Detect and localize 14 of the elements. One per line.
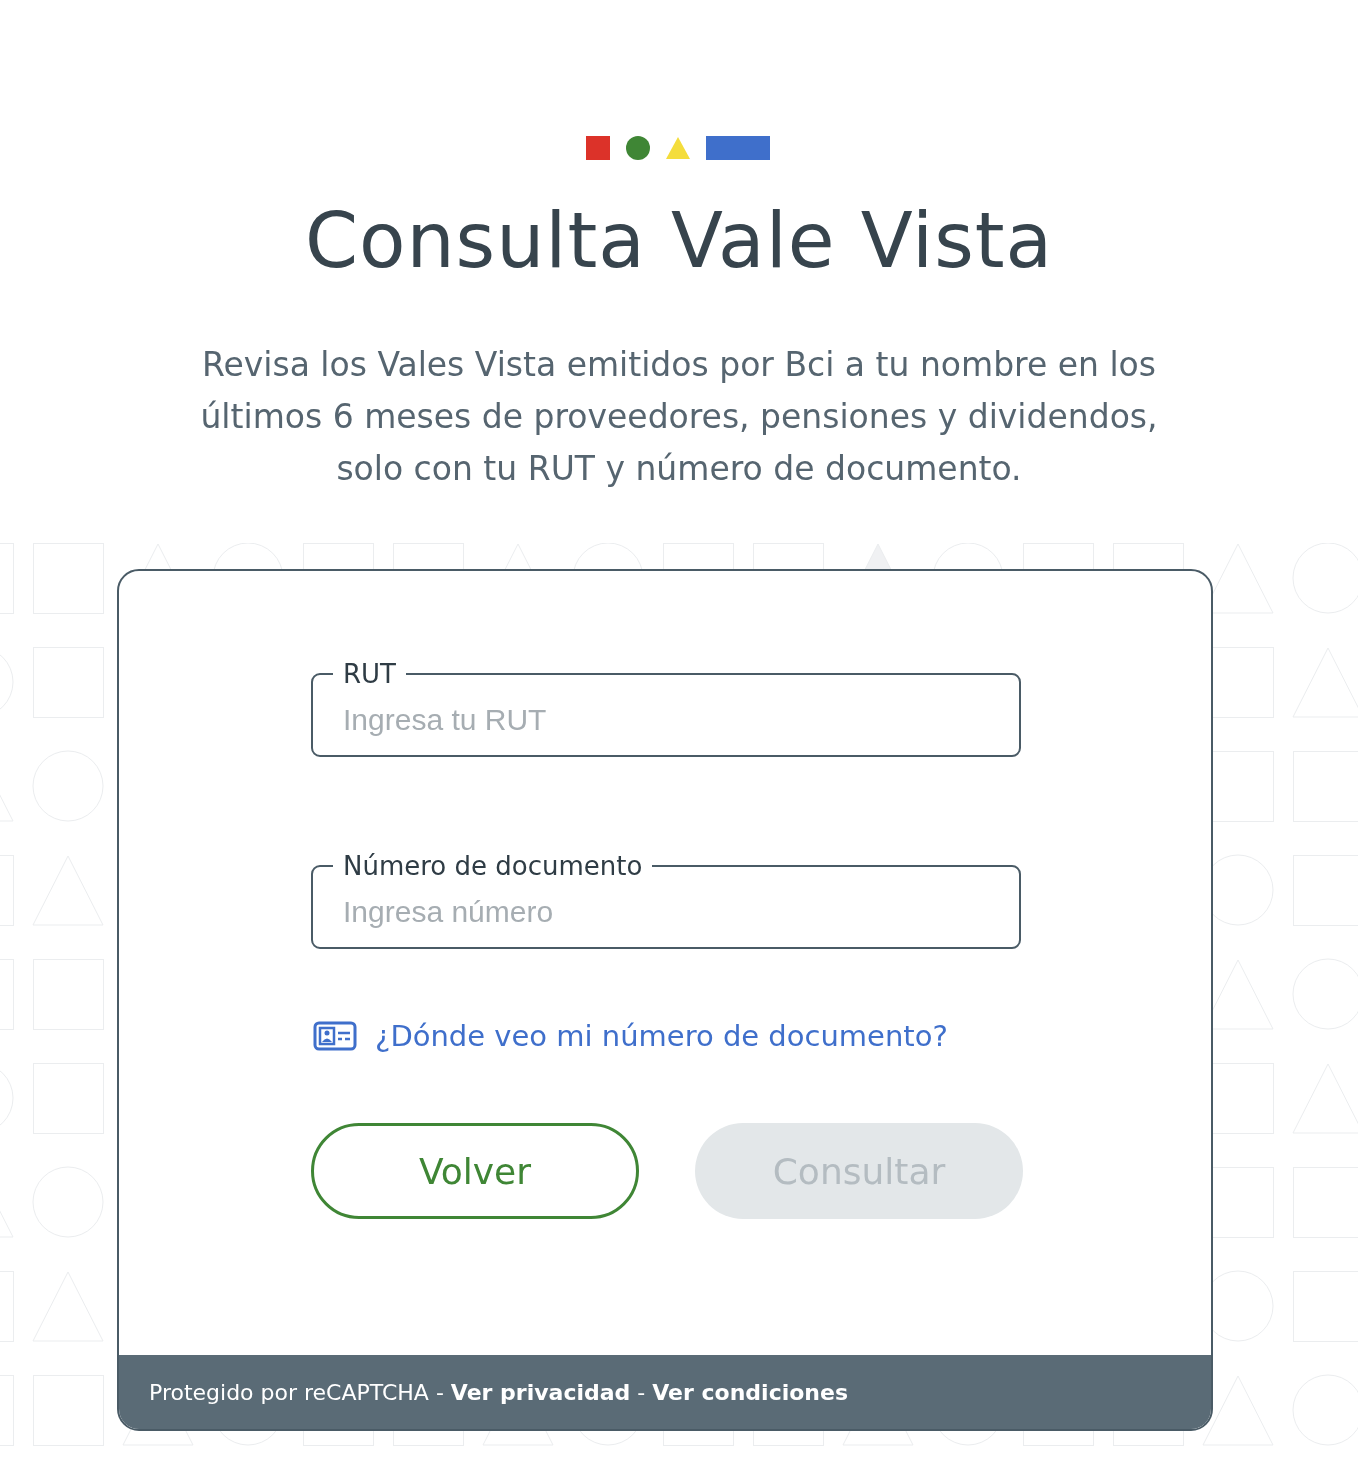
logo-shapes-icon xyxy=(586,135,772,161)
description-text: Revisa los Vales Vista emitidos por Bci a tu nombre en los últimos 6 meses de proveedores, pensiones y dividendos, solo con tu RUT y número de documento. xyxy=(199,344,1159,490)
field-label: RUT xyxy=(342,659,397,689)
footer-link[interactable]: Ver condiciones xyxy=(652,1379,848,1405)
help-link[interactable]: ¿Dónde veo mi número de documento? xyxy=(375,1019,948,1053)
footer-link[interactable]: Ver privacidad xyxy=(450,1379,631,1405)
input-field[interactable]: Ingresa tu RUT xyxy=(343,703,983,737)
page-title: Consulta Vale Vista xyxy=(304,195,1054,287)
input-field[interactable]: Ingresa número xyxy=(343,895,983,929)
id-card-icon xyxy=(313,1021,357,1051)
input-field[interactable]: Número de documento Ingresa número xyxy=(311,851,1021,949)
recaptcha-notice: Protegido por reCAPTCHA - Ver privacidad - Ver condiciones xyxy=(149,1379,848,1405)
field-label: Número de documento xyxy=(342,851,644,881)
back-button[interactable]: Volver xyxy=(311,1123,639,1219)
